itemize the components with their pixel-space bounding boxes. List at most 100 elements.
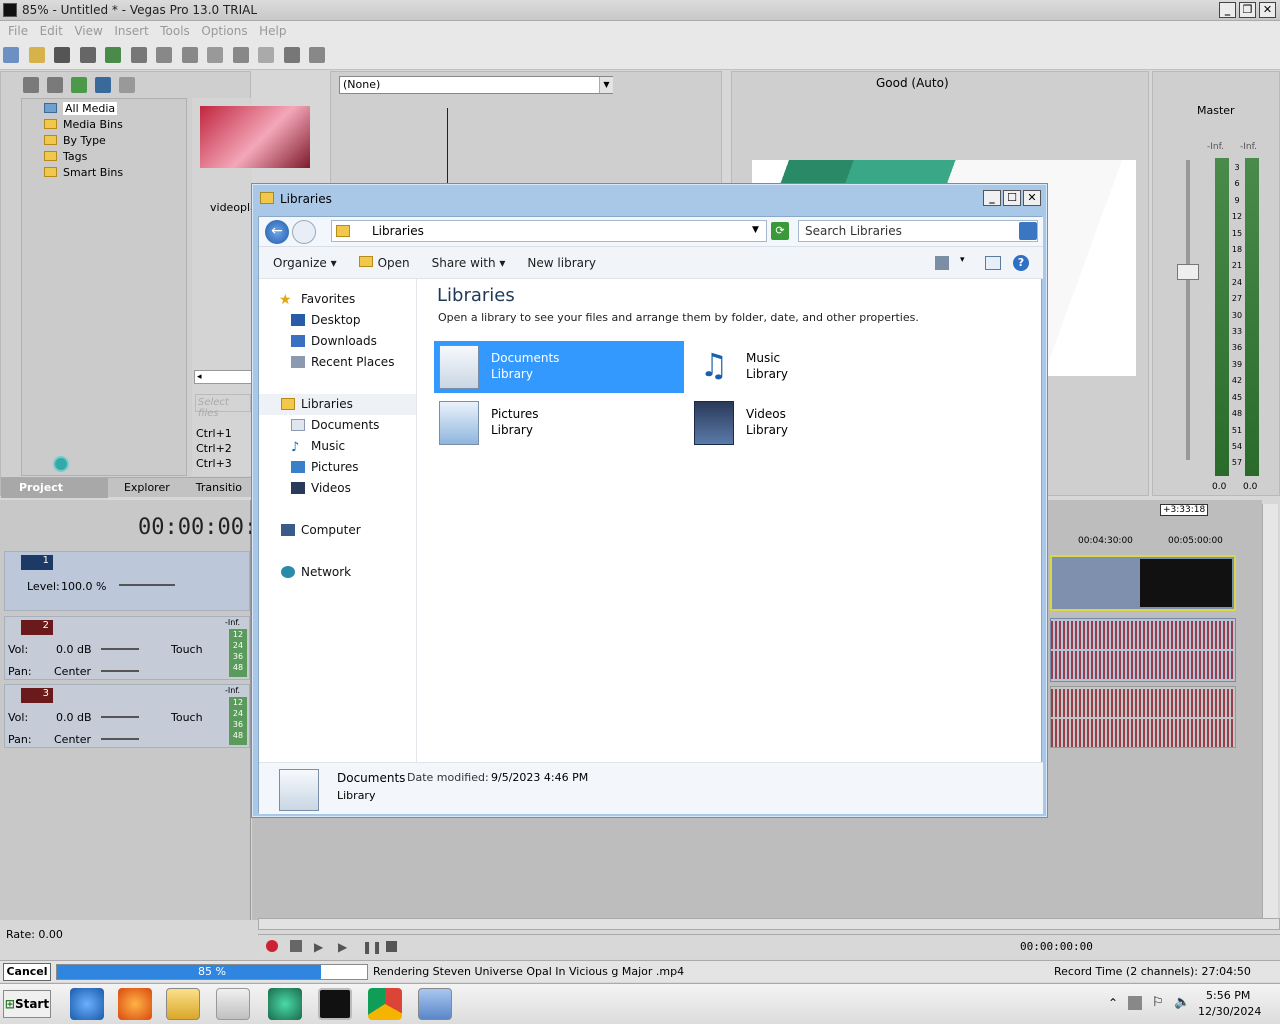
internet-explorer-icon[interactable]	[70, 988, 104, 1020]
dialog-close-button[interactable]: ✕	[1023, 190, 1041, 206]
nav-videos[interactable]: Videos	[259, 478, 416, 499]
capture-icon[interactable]	[47, 77, 63, 93]
level-slider[interactable]	[119, 584, 175, 586]
dialog-maximize-button[interactable]: ☐	[1003, 190, 1021, 206]
help-icon[interactable]: ?	[1013, 255, 1029, 271]
address-bar[interactable]: Libraries ▼	[331, 220, 767, 242]
minimize-button[interactable]: _	[1219, 2, 1236, 18]
pan-slider[interactable]	[101, 738, 139, 740]
timeline-horizontal-scrollbar[interactable]	[258, 918, 1280, 930]
vegas-pro-icon[interactable]	[268, 988, 302, 1020]
media-fx-icon[interactable]	[95, 77, 111, 93]
open-button[interactable]: Open	[358, 255, 410, 270]
tab-project-media[interactable]: Project Media	[1, 477, 108, 514]
audio-event-1[interactable]	[1050, 618, 1236, 682]
nav-pictures[interactable]: Pictures	[259, 457, 416, 478]
import-media-icon[interactable]	[23, 77, 39, 93]
open-icon[interactable]	[28, 47, 45, 63]
volume-tray-icon[interactable]: 🔈	[1174, 995, 1190, 1010]
back-arrow-icon[interactable]: ←	[265, 220, 289, 244]
whats-this-icon[interactable]	[309, 47, 325, 63]
preview-quality-dropdown[interactable]: Good (Auto)	[876, 76, 949, 90]
tree-item-all-media[interactable]: All Media	[44, 101, 186, 117]
media-player-icon[interactable]	[216, 988, 250, 1020]
organize-button[interactable]: Organize ▾	[273, 256, 337, 270]
nav-recent-places[interactable]: Recent Places	[259, 352, 416, 373]
master-fader-track[interactable]	[1186, 160, 1190, 460]
automation-mode[interactable]: Touch	[171, 711, 203, 724]
library-videos[interactable]: Videos Library	[689, 397, 939, 449]
menu-help[interactable]: Help	[259, 24, 286, 38]
new-icon[interactable]	[3, 47, 19, 63]
clock-date[interactable]: 12/30/2024	[1198, 1005, 1261, 1018]
media-search-input[interactable]: Select files	[195, 394, 251, 419]
menu-view[interactable]: View	[74, 24, 102, 38]
network-tray-icon[interactable]	[1128, 996, 1142, 1010]
tray-chevron-icon[interactable]: ⌃	[1108, 996, 1118, 1010]
cancel-render-button[interactable]: Cancel	[3, 963, 51, 981]
audio-event-2[interactable]	[1050, 686, 1236, 748]
flag-tray-icon[interactable]: ⚐	[1152, 995, 1164, 1010]
video-event[interactable]	[1050, 555, 1236, 611]
copy-icon[interactable]	[181, 47, 198, 63]
menu-insert[interactable]: Insert	[114, 24, 148, 38]
firefox-icon[interactable]	[118, 988, 152, 1020]
chevron-down-icon[interactable]: ▼	[599, 77, 613, 93]
redo-icon[interactable]	[258, 47, 274, 63]
search-libraries-input[interactable]: Search Libraries	[798, 220, 1038, 242]
track-header-audio-1[interactable]: 2 Vol: 0.0 dB Pan: Center Touch -Inf. 12…	[4, 616, 250, 680]
nav-computer[interactable]: Computer	[259, 520, 416, 541]
render-icon[interactable]	[105, 47, 121, 63]
nav-network[interactable]: Network	[259, 562, 416, 583]
volume-slider[interactable]	[101, 716, 139, 718]
nav-downloads[interactable]: Downloads	[259, 331, 416, 352]
pan-slider[interactable]	[101, 670, 139, 672]
stop-icon[interactable]	[386, 941, 397, 952]
nav-desktop[interactable]: Desktop	[259, 310, 416, 331]
save-icon[interactable]	[54, 47, 70, 63]
tree-item-media-bins[interactable]: Media Bins	[44, 117, 186, 133]
master-fader-knob[interactable]	[1177, 264, 1199, 280]
dialog-minimize-button[interactable]: _	[983, 190, 1001, 206]
media-scroll-left[interactable]: ◂	[194, 370, 252, 384]
preview-pane-icon[interactable]	[985, 256, 1001, 270]
restore-button[interactable]: ❐	[1239, 2, 1256, 18]
volume-slider[interactable]	[101, 648, 139, 650]
media-thumbnail[interactable]	[200, 106, 310, 168]
share-with-button[interactable]: Share with ▾	[432, 256, 506, 270]
address-history-chevron-icon[interactable]: ▼	[752, 225, 759, 235]
library-music[interactable]: ♫ Music Library	[689, 341, 939, 393]
menu-file[interactable]: File	[8, 24, 28, 38]
tree-item-tags[interactable]: Tags	[44, 149, 186, 165]
menu-edit[interactable]: Edit	[40, 24, 63, 38]
get-media-icon[interactable]	[71, 77, 87, 93]
chrome-icon[interactable]	[368, 988, 402, 1020]
undo-icon[interactable]	[232, 47, 249, 63]
view-chevron-icon[interactable]: ▾	[960, 255, 965, 265]
new-library-button[interactable]: New library	[527, 256, 596, 270]
track-header-audio-2[interactable]: 3 Vol: 0.0 dB Pan: Center Touch -Inf. 12…	[4, 684, 250, 748]
save-as-icon[interactable]	[79, 47, 96, 63]
file-explorer-icon[interactable]	[166, 988, 200, 1020]
tab-transitions[interactable]: Transitio	[186, 478, 252, 498]
library-pictures[interactable]: Pictures Library	[434, 397, 684, 449]
control-panel-icon[interactable]	[418, 988, 452, 1020]
nav-documents[interactable]: Documents	[259, 415, 416, 436]
nav-favorites[interactable]: ★ Favorites	[259, 289, 416, 310]
film-icon[interactable]	[318, 988, 352, 1020]
cut-icon[interactable]	[156, 47, 172, 63]
play-icon[interactable]: ▶	[338, 940, 347, 954]
play-from-start-icon[interactable]: ▶	[314, 940, 323, 954]
refresh-icon[interactable]: ⟳	[771, 222, 789, 240]
view-options-icon[interactable]	[935, 256, 949, 270]
search-icon[interactable]	[1019, 222, 1037, 240]
record-icon[interactable]	[266, 940, 278, 952]
menu-options[interactable]: Options	[201, 24, 247, 38]
close-button[interactable]: ✕	[1259, 2, 1276, 18]
tab-explorer[interactable]: Explorer	[108, 478, 186, 498]
enable-snapping-icon[interactable]	[283, 47, 300, 63]
forward-arrow-icon[interactable]	[292, 220, 316, 244]
timeline-vertical-scrollbar[interactable]	[1262, 504, 1278, 920]
tree-item-by-type[interactable]: By Type	[44, 133, 186, 149]
tree-item-smart-bins[interactable]: Smart Bins	[44, 165, 186, 181]
